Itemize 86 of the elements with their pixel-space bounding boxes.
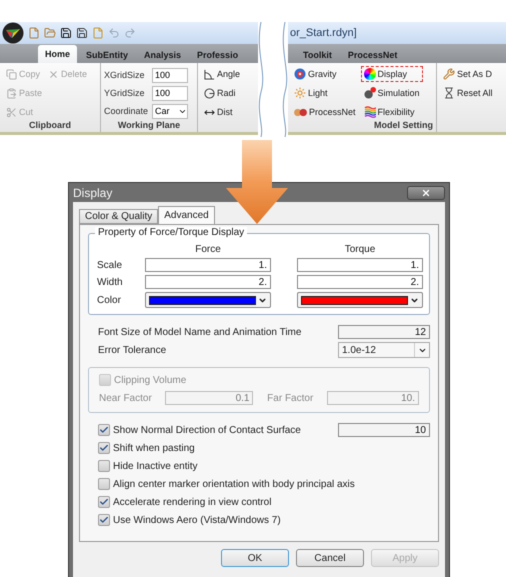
color-dropdown[interactable] [297, 292, 423, 308]
field-label: YGridSize [104, 88, 146, 98]
save-icon[interactable] [60, 27, 72, 39]
new-file-icon[interactable] [28, 27, 40, 39]
ribbon-tab[interactable]: Toolkit [296, 46, 339, 63]
group-label: Model Setting [373, 120, 433, 132]
input-field[interactable]: 12 [338, 325, 430, 339]
ribbon-tab[interactable]: ProcessNet [340, 46, 404, 63]
grid-size-field[interactable]: 100 [152, 68, 188, 82]
scissors-icon [6, 106, 17, 118]
ribbon-tab[interactable]: Analysis [137, 46, 188, 63]
checkbox-label: Clipping Volume [114, 374, 186, 386]
field-label: Error Tolerance [98, 344, 166, 356]
ribbon-button[interactable]: Display [360, 66, 423, 82]
delete-icon [48, 68, 60, 80]
checkbox[interactable] [98, 442, 110, 454]
tolerance-dropdown[interactable]: 1.0e-12 [338, 342, 430, 358]
field-label: Far Factor [267, 392, 314, 404]
checkbox[interactable] [98, 424, 110, 436]
checkbox[interactable] [98, 478, 110, 490]
dialog-button[interactable]: OK [221, 549, 289, 567]
gravity-icon [294, 68, 306, 80]
input-field[interactable]: 1. [297, 258, 423, 272]
hourglass-icon [443, 87, 455, 99]
field-label: Near Factor [99, 392, 152, 404]
processnet-icon [294, 106, 307, 118]
ribbon-button[interactable]: Set As D [440, 66, 500, 82]
wrench-icon [443, 68, 455, 80]
dialog-tab[interactable]: Color & Quality [79, 209, 158, 224]
row-label: Color [97, 294, 122, 306]
row-label: Width [97, 276, 124, 288]
ribbon-button[interactable]: Radi [201, 85, 258, 101]
ribbon-button[interactable]: Reset All [440, 85, 500, 101]
simulation-icon [364, 87, 376, 99]
dialog-button[interactable]: Cancel [296, 549, 364, 567]
paste-icon [6, 88, 17, 98]
checkbox-label: Show Normal Direction of Contact Surface [113, 424, 301, 436]
save-all-icon[interactable] [76, 27, 88, 39]
ribbon-tab[interactable]: SubEntity [79, 46, 136, 63]
angle-icon [204, 68, 215, 80]
close-button[interactable] [407, 186, 445, 200]
color-dropdown[interactable] [145, 292, 271, 308]
group-label: Working Plane [116, 120, 182, 132]
radius-icon [204, 88, 215, 98]
ribbon-button[interactable]: Light [291, 85, 359, 101]
column-header: Torque [344, 244, 376, 255]
ribbon-button[interactable]: Flexibility [360, 104, 423, 120]
checkbox-label: Use Windows Aero (Vista/Windows 7) [113, 514, 281, 526]
input-field[interactable]: 1. [145, 258, 271, 272]
group-label: Clipboard [28, 120, 72, 132]
checkbox[interactable] [98, 514, 110, 526]
dialog-title: Display [73, 186, 112, 200]
input-field[interactable]: 10 [338, 423, 430, 437]
dialog-tab[interactable]: Advanced [158, 206, 215, 224]
checkbox-label: Hide Inactive entity [113, 460, 198, 472]
field-label: Coordinate [104, 106, 150, 116]
ribbon-tab[interactable]: Professio [190, 46, 246, 63]
checkbox[interactable] [98, 460, 110, 472]
flexibility-icon [364, 106, 376, 118]
copy-icon [6, 68, 17, 80]
row-label: Scale [97, 260, 124, 270]
input-field[interactable]: 2. [145, 275, 271, 289]
checkbox-label: Accelerate rendering in view control [113, 496, 272, 508]
close-icon [421, 188, 431, 198]
grid-size-field[interactable]: 100 [152, 86, 188, 100]
light-icon [294, 87, 306, 99]
coordinate-dropdown[interactable]: Car [152, 104, 188, 118]
ribbon-button[interactable]: Angle [201, 66, 258, 82]
ribbon-tab[interactable]: Home [38, 45, 78, 63]
window-title: or_Start.rdyn] [290, 27, 357, 39]
checkbox-label: Shift when pasting [113, 442, 195, 454]
ribbon-button[interactable]: Simulation [360, 85, 423, 101]
column-header: Force [194, 244, 222, 255]
ribbon-button[interactable]: Gravity [291, 66, 359, 82]
down-arrow-icon [226, 140, 288, 224]
input-field[interactable]: 2. [297, 275, 423, 289]
field-label: XGridSize [104, 70, 146, 80]
field-label: Font Size of Model Name and Animation Time [98, 326, 302, 338]
app-orb-icon[interactable] [2, 22, 24, 44]
checkbox-label: Align center marker orientation with body principal axis [113, 478, 355, 490]
color-wheel-icon [364, 68, 376, 80]
checkbox[interactable] [98, 496, 110, 508]
ribbon-button[interactable]: ProcessNet [291, 104, 359, 120]
group-title: Property of Force/Torque Display [95, 227, 248, 238]
ribbon-button[interactable]: Dist [201, 104, 258, 120]
open-folder-icon[interactable] [44, 27, 56, 39]
